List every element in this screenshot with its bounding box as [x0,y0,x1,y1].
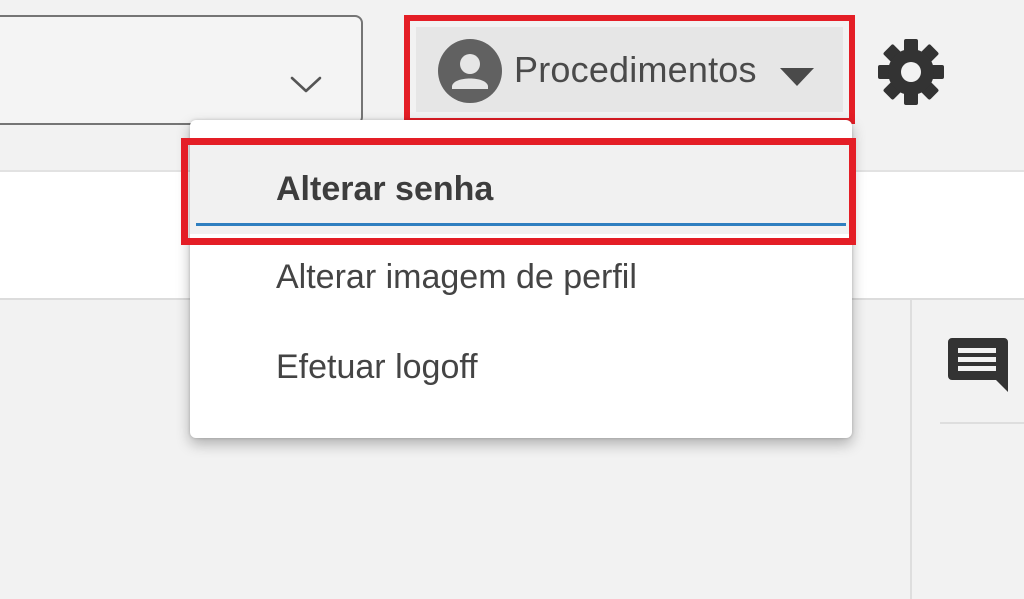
account-circle-icon [438,39,502,103]
menu-item-alterar-senha[interactable]: Alterar senha [190,144,852,234]
menu-item-label: Alterar senha [276,169,494,208]
select-dropdown[interactable] [0,15,363,125]
profile-menu-highlight: Procedimentos [404,15,855,124]
profile-dropdown-menu: Alterar senha Alterar imagem de perfil E… [190,120,852,438]
profile-menu-button[interactable]: Procedimentos [416,27,843,112]
active-item-underline [196,223,846,226]
chat-icon[interactable] [948,336,1008,392]
menu-item-efetuar-logoff[interactable]: Efetuar logoff [190,322,852,412]
menu-item-label: Alterar imagem de perfil [276,257,637,296]
menu-item-label: Efetuar logoff [276,347,478,386]
gear-icon[interactable] [875,36,947,108]
caret-down-icon [780,68,814,86]
app-stage: Procedimentos Alterar senha Alterar imag… [0,0,1024,599]
menu-item-alterar-imagem-de-perfil[interactable]: Alterar imagem de perfil [190,232,852,322]
side-panel-divider [940,422,1024,424]
chevron-down-icon [290,76,322,93]
side-panel [910,300,1024,599]
profile-menu-label: Procedimentos [514,49,757,90]
